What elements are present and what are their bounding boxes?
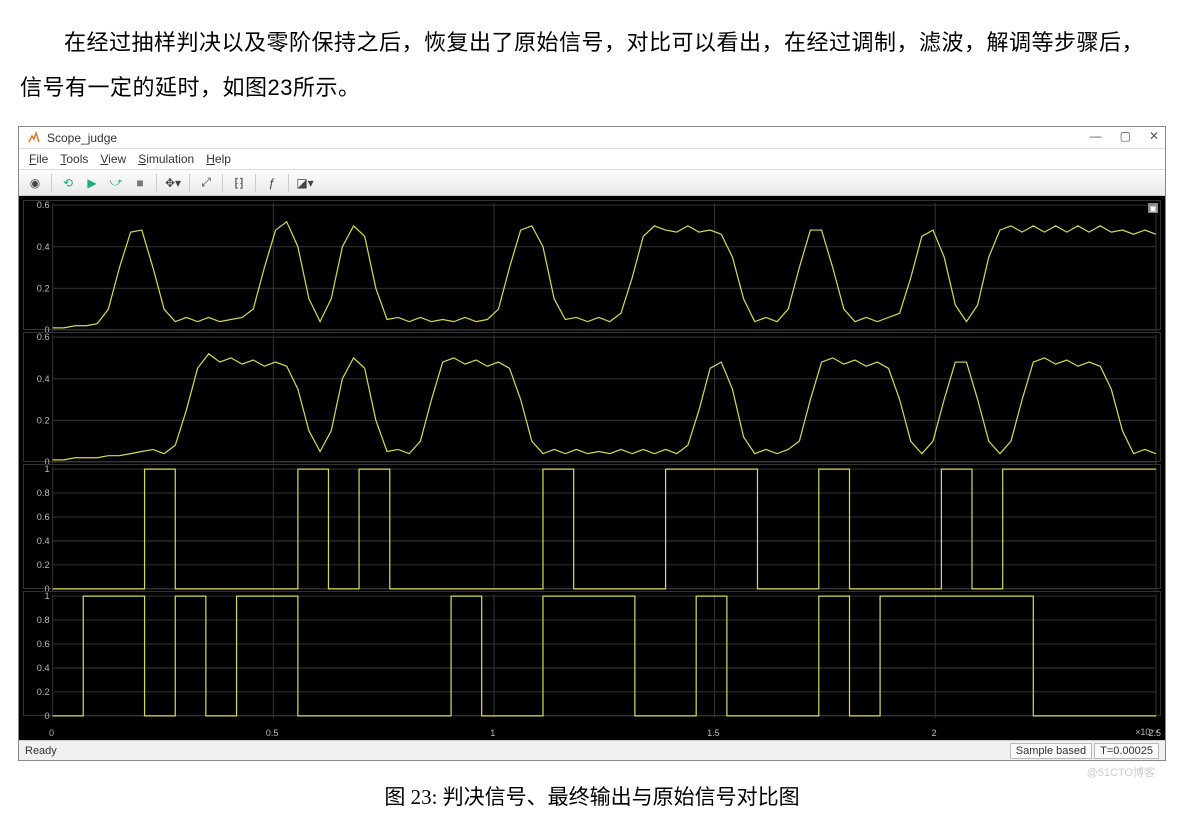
svg-text:0.2: 0.2 <box>37 284 50 294</box>
matlab-logo-icon <box>27 131 41 145</box>
subplot-3[interactable]: 00.20.40.60.81 <box>23 464 1161 589</box>
maximize-icon[interactable]: ▢ <box>1120 129 1131 143</box>
svg-text:1: 1 <box>44 592 49 601</box>
settings-icon[interactable]: ◉ <box>25 173 45 193</box>
titlebar: Scope_judge — ▢ ✕ <box>19 127 1165 149</box>
menubar: File Tools View Simulation Help <box>19 149 1165 170</box>
measurements-icon[interactable]: ◪▾ <box>295 173 315 193</box>
watermark: @51CTO博客 <box>1087 764 1155 780</box>
toolbar: ◉ ⟲ ▶ ⤻ ■ ✥▾ ⤢ ⁅⁆ ƒ ◪▾ <box>19 170 1165 196</box>
svg-text:0.4: 0.4 <box>37 663 50 673</box>
maximize-axes-icon[interactable]: ▣ <box>1148 203 1158 213</box>
status-time: T=0.00025 <box>1094 743 1159 759</box>
svg-text:0.2: 0.2 <box>37 416 50 426</box>
autoscale-icon[interactable]: ⁅⁆ <box>229 173 249 193</box>
status-left: Ready <box>25 745 57 757</box>
svg-text:0.8: 0.8 <box>37 615 50 625</box>
subplot-2[interactable]: 00.20.40.6 <box>23 332 1161 462</box>
svg-text:0.4: 0.4 <box>37 536 50 546</box>
svg-text:0.6: 0.6 <box>37 512 50 522</box>
subplot-1[interactable]: ▣ 00.20.40.6 <box>23 200 1161 330</box>
plot-area: ▣ 00.20.40.6 00.20.40.6 00.20.40.60.81 0… <box>19 196 1165 740</box>
statusbar: Ready Sample based T=0.00025 <box>19 740 1165 760</box>
zoom-mode-icon[interactable]: ✥▾ <box>163 173 183 193</box>
svg-text:0.2: 0.2 <box>37 687 50 697</box>
svg-text:0: 0 <box>44 711 49 720</box>
step-fwd-icon[interactable]: ⤻ <box>106 173 126 193</box>
window-title: Scope_judge <box>47 131 117 145</box>
svg-text:0.6: 0.6 <box>37 201 50 210</box>
scope-window: Scope_judge — ▢ ✕ File Tools View Simula… <box>18 126 1166 761</box>
menu-help[interactable]: Help <box>206 152 231 166</box>
triggers-icon[interactable]: ƒ <box>262 173 282 193</box>
step-back-icon[interactable]: ⟲ <box>58 173 78 193</box>
svg-text:0.4: 0.4 <box>37 242 50 252</box>
menu-view[interactable]: View <box>100 152 126 166</box>
menu-file[interactable]: File <box>29 152 48 166</box>
menu-tools[interactable]: Tools <box>60 152 88 166</box>
svg-text:1: 1 <box>44 465 49 474</box>
subplot-4[interactable]: 00.20.40.60.81 <box>23 591 1161 716</box>
body-paragraph: 在经过抽样判决以及零阶保持之后，恢复出了原始信号，对比可以看出，在经过调制，滤波… <box>0 0 1184 118</box>
minimize-icon[interactable]: — <box>1090 129 1102 143</box>
run-icon[interactable]: ▶ <box>82 173 102 193</box>
x-axis-ticks: 00.511.522.5 <box>49 728 1161 738</box>
menu-simulation[interactable]: Simulation <box>138 152 194 166</box>
svg-text:0.6: 0.6 <box>37 333 50 342</box>
x-axis-exponent: ×10⁻⁴ <box>1135 727 1159 738</box>
status-mode: Sample based <box>1010 743 1092 759</box>
svg-text:0.2: 0.2 <box>37 560 50 570</box>
close-icon[interactable]: ✕ <box>1149 129 1159 143</box>
svg-text:0.6: 0.6 <box>37 639 50 649</box>
svg-text:0.8: 0.8 <box>37 488 50 498</box>
cursor-icon[interactable]: ⤢ <box>196 173 216 193</box>
svg-text:0.4: 0.4 <box>37 374 50 384</box>
figure-caption: 图 23: 判决信号、最终输出与原始信号对比图 <box>0 761 1184 821</box>
stop-icon[interactable]: ■ <box>130 173 150 193</box>
